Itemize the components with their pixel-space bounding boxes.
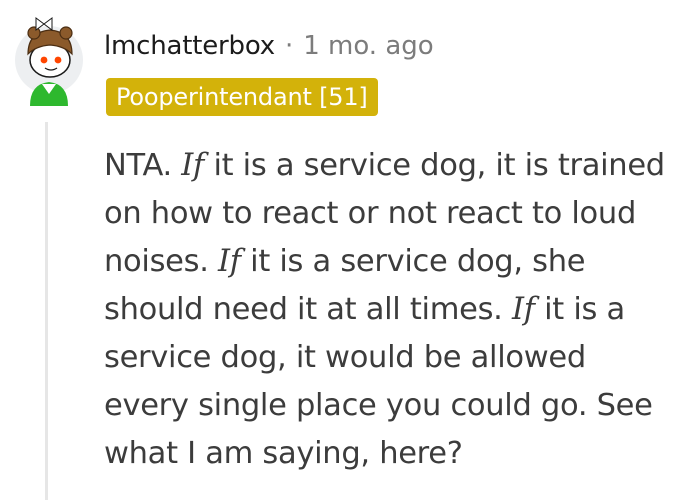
body-text-segment: it is a service dog, she: [240, 244, 586, 279]
thread-collapse-line[interactable]: [45, 122, 48, 500]
comment-body-line: NTA. If it is a service dog, it is train…: [104, 142, 698, 190]
avatar[interactable]: [14, 14, 84, 106]
body-text-segment: noises.: [104, 244, 219, 279]
comment-body-line: on how to react or not react to loud: [104, 190, 698, 238]
comment-header: lmchatterbox · 1 mo. ago: [104, 26, 434, 66]
separator-dot: ·: [284, 31, 294, 61]
comment-body-line: noises. If it is a service dog, she: [104, 238, 698, 286]
body-text-segment: NTA.: [104, 148, 182, 183]
body-text-segment: what I am saying, here?: [104, 436, 463, 471]
user-flair-badge: Pooperintendant [51]: [106, 78, 378, 116]
comment-body-line: should need it at all times. If it is a: [104, 286, 698, 334]
body-text-segment: every single place you could go. See: [104, 388, 653, 423]
body-text-segment: service dog, it would be allowed: [104, 340, 586, 375]
body-text-segment: it is a service dog, it is trained: [204, 148, 665, 183]
body-text-segment: should need it at all times.: [104, 292, 512, 327]
comment-body: NTA. If it is a service dog, it is train…: [104, 142, 698, 478]
timestamp-link[interactable]: 1 mo. ago: [303, 31, 433, 61]
emphasis-text: If: [511, 292, 535, 327]
comment-body-line: service dog, it would be allowed: [104, 334, 698, 382]
comment-body-line: what I am saying, here?: [104, 430, 698, 478]
username-link[interactable]: lmchatterbox: [104, 31, 275, 61]
comment-body-line: every single place you could go. See: [104, 382, 698, 430]
comment: lmchatterbox · 1 mo. ago Pooperintendant…: [0, 0, 700, 500]
body-text-segment: it is a: [534, 292, 625, 327]
emphasis-text: If: [181, 148, 205, 183]
body-text-segment: on how to react or not react to loud: [104, 196, 637, 231]
emphasis-text: If: [218, 244, 241, 279]
